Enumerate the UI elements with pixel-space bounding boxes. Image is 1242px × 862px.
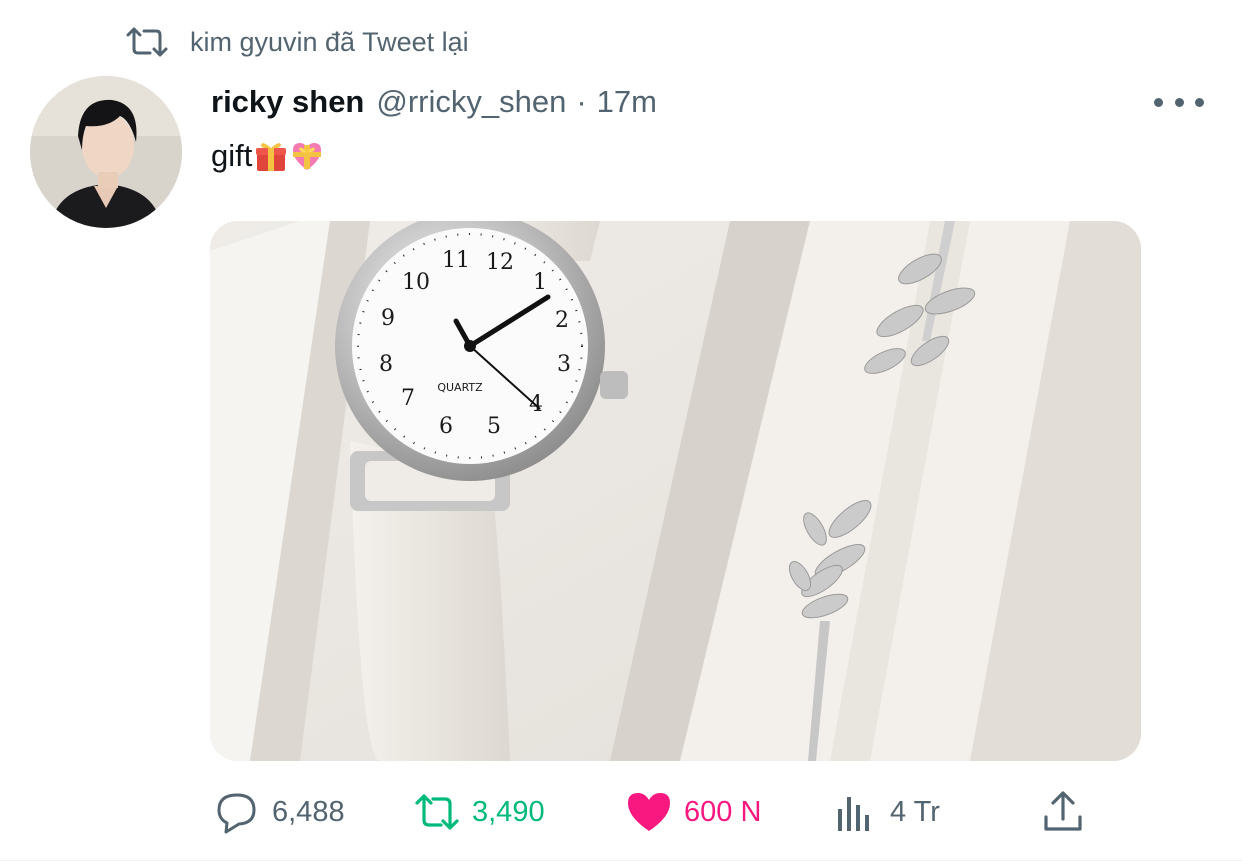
author-name[interactable]: ricky shen [211, 84, 364, 120]
heart-icon [628, 793, 670, 831]
retweet-context-text: kim gyuvin đã Tweet lại [190, 26, 469, 57]
author-handle[interactable]: @rricky_shen [376, 84, 566, 120]
heart-with-ribbon-icon [293, 143, 322, 170]
retweet-icon [126, 27, 168, 57]
dial-number: 12 [486, 250, 514, 275]
reply-button[interactable]: 6,488 [214, 780, 345, 844]
retweet-context[interactable]: kim gyuvin đã Tweet lại [124, 24, 469, 60]
watch-quartz-label: QUARTZ [437, 381, 483, 394]
tweet-text: gift [211, 138, 324, 174]
retweet-count: 3,490 [472, 795, 545, 828]
views-count: 4 Tr [890, 795, 940, 828]
like-count: 600 N [684, 795, 762, 828]
dial-number: 2 [555, 308, 569, 333]
views-chart-icon [838, 797, 869, 831]
dial-number: 9 [381, 306, 395, 331]
divider [0, 860, 1242, 861]
avatar[interactable] [30, 76, 182, 228]
reply-icon [217, 793, 256, 834]
dial-number: 1 [533, 270, 547, 295]
avatar-photo [30, 76, 182, 228]
dial-number: 6 [439, 414, 453, 439]
dial-number: 5 [487, 414, 501, 439]
views-button[interactable]: 4 Tr [832, 780, 940, 844]
like-button[interactable]: 600 N [626, 780, 761, 844]
dial-number: 7 [401, 386, 415, 411]
tweet-actions: 6,488 3,490 600 N 4 Tr [0, 780, 1242, 844]
tweet-media-image[interactable]: 12 1 2 3 4 5 6 7 8 9 10 11 QUARTZ [210, 221, 1141, 761]
separator-dot: · [576, 84, 587, 119]
dial-number: 10 [402, 270, 430, 295]
share-button[interactable] [1040, 780, 1086, 844]
tweet-time[interactable]: 17m [597, 84, 657, 120]
watch-bracelet-photo: 12 1 2 3 4 5 6 7 8 9 10 11 QUARTZ [210, 221, 1141, 761]
more-options-icon[interactable] [1154, 88, 1204, 116]
tweet-text-content: gift [211, 138, 253, 173]
retweet-icon [415, 794, 459, 830]
retweet-button[interactable]: 3,490 [414, 780, 545, 844]
dial-number: 11 [442, 248, 470, 273]
reply-count: 6,488 [272, 795, 345, 828]
dial-number: 3 [557, 352, 571, 377]
share-icon [1044, 791, 1082, 831]
gift-emoji-icon [256, 143, 287, 171]
tweet-header: ricky shen @rricky_shen · 17m [211, 80, 657, 124]
dial-number: 8 [379, 352, 393, 377]
